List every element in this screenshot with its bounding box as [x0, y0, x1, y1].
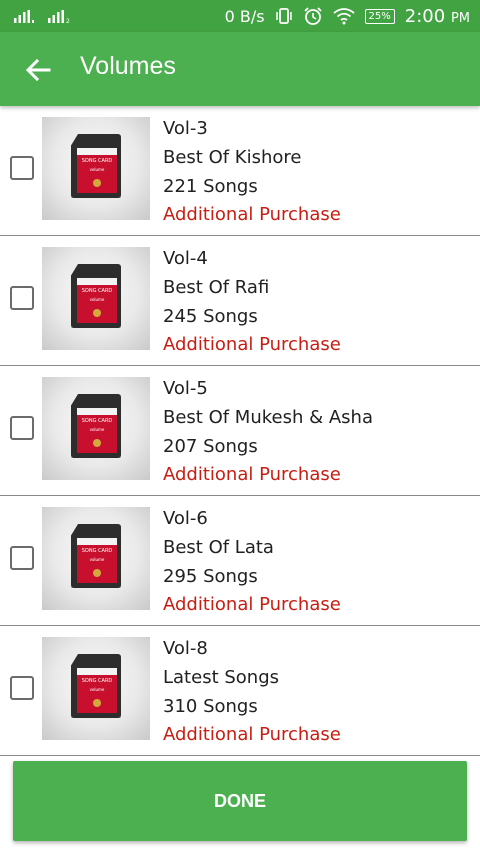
purchase-note: Additional Purchase [163, 594, 341, 615]
purchase-note: Additional Purchase [163, 724, 341, 745]
app-bar: Volumes [0, 32, 480, 106]
clock-ampm: PM [450, 10, 470, 26]
status-right: 0 B/s 25% 2:00 PM [225, 0, 470, 32]
volume-title: Latest Songs [163, 667, 279, 688]
card-label-text: SONG CARD [81, 288, 113, 294]
battery-icon: 25% [364, 8, 395, 24]
volume-checkbox[interactable] [10, 286, 34, 310]
status-bar: 2 0 B/s 25% 2:00 PM [0, 0, 480, 32]
sd-card-label: SONG CARD volume [77, 538, 117, 583]
volume-item[interactable]: SONG CARD volume Vol-3 Best Of Kishore 2… [0, 106, 480, 236]
song-card-image: SONG CARD volume [42, 117, 150, 220]
volume-number: Vol-3 [163, 118, 208, 139]
svg-text:2: 2 [66, 18, 70, 24]
card-label-text: SONG CARD [81, 678, 113, 684]
purchase-note: Additional Purchase [163, 204, 341, 225]
volume-title: Best Of Rafi [163, 277, 270, 298]
signal-icons: 2 [14, 8, 74, 24]
sd-card-label: SONG CARD volume [77, 278, 117, 323]
volume-checkbox[interactable] [10, 676, 34, 700]
volume-checkbox[interactable] [10, 546, 34, 570]
card-label-text: SONG CARD [81, 158, 113, 164]
song-card-image: SONG CARD volume [42, 637, 150, 740]
volume-item[interactable]: SONG CARD volume Vol-6 Best Of Lata 295 … [0, 496, 480, 626]
sd-card-label: SONG CARD volume [77, 148, 117, 193]
sd-card-icon: SONG CARD volume [71, 524, 121, 588]
purchase-note: Additional Purchase [163, 334, 341, 355]
volume-title: Best Of Lata [163, 537, 274, 558]
song-count: 221 Songs [163, 176, 258, 197]
volume-title: Best Of Mukesh & Asha [163, 407, 373, 428]
sd-card-icon: SONG CARD volume [71, 264, 121, 328]
song-card-image: SONG CARD volume [42, 247, 150, 350]
volume-item[interactable]: SONG CARD volume Vol-8 Latest Songs 310 … [0, 626, 480, 756]
coin-icon [93, 309, 101, 317]
coin-icon [93, 699, 101, 707]
coin-icon [93, 569, 101, 577]
song-count: 295 Songs [163, 566, 258, 587]
signal-icon [14, 10, 34, 23]
song-card-image: SONG CARD volume [42, 507, 150, 610]
volume-checkbox[interactable] [10, 416, 34, 440]
song-card-image: SONG CARD volume [42, 377, 150, 480]
song-count: 245 Songs [163, 306, 258, 327]
sd-card-icon: SONG CARD volume [71, 394, 121, 458]
volume-title: Best Of Kishore [163, 147, 302, 168]
volume-number: Vol-6 [163, 508, 208, 529]
coin-icon [93, 179, 101, 187]
card-label-text: SONG CARD [81, 548, 113, 554]
sd-card-label: SONG CARD volume [77, 408, 117, 453]
volume-number: Vol-4 [163, 248, 208, 269]
card-sublabel-text: volume [89, 687, 105, 692]
card-sublabel-text: volume [89, 557, 105, 562]
volume-checkbox[interactable] [10, 156, 34, 180]
coin-icon [93, 439, 101, 447]
card-sublabel-text: volume [89, 297, 105, 302]
arrow-back-icon [25, 58, 51, 82]
wifi-icon [332, 8, 355, 25]
volume-item[interactable]: SONG CARD volume Vol-5 Best Of Mukesh & … [0, 366, 480, 496]
done-button[interactable]: DONE [13, 761, 467, 841]
song-count: 310 Songs [163, 696, 258, 717]
sd-card-label: SONG CARD volume [77, 668, 117, 713]
volume-number: Vol-8 [163, 638, 208, 659]
page-title: Volumes [80, 52, 176, 80]
volume-item[interactable]: SONG CARD volume Vol-4 Best Of Rafi 245 … [0, 236, 480, 366]
song-count: 207 Songs [163, 436, 258, 457]
purchase-note: Additional Purchase [163, 464, 341, 485]
clock-time: 2:00 [404, 5, 446, 27]
clock: 2:00 PM [405, 6, 470, 27]
sd-card-icon: SONG CARD volume [71, 654, 121, 718]
volume-list: SONG CARD volume Vol-3 Best Of Kishore 2… [0, 106, 480, 756]
card-sublabel-text: volume [89, 427, 105, 432]
card-label-text: SONG CARD [81, 418, 113, 424]
vibrate-icon [275, 8, 292, 24]
volume-number: Vol-5 [163, 378, 208, 399]
card-sublabel-text: volume [89, 167, 105, 172]
network-speed: 0 B/s [224, 6, 265, 26]
sd-card-icon: SONG CARD volume [71, 134, 121, 198]
alarm-icon [303, 7, 322, 25]
signal-icon-2: 2 [48, 10, 70, 24]
back-button[interactable] [22, 54, 54, 86]
